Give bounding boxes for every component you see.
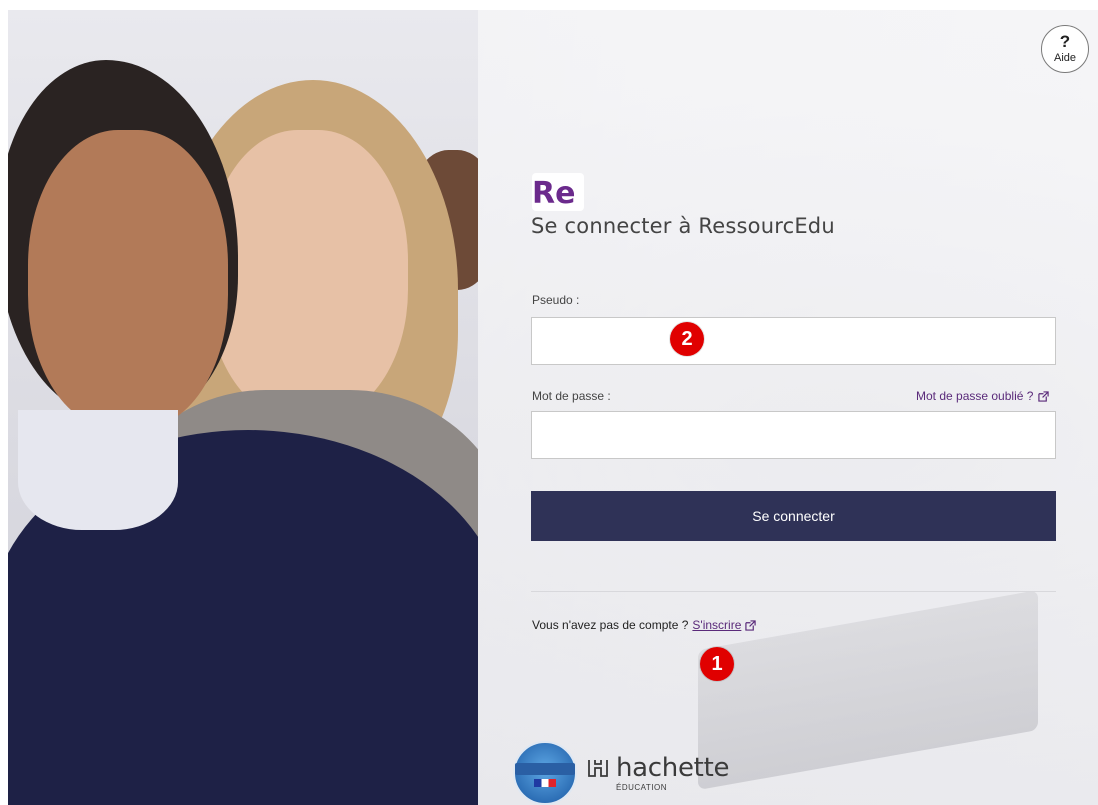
login-button[interactable]: Se connecter <box>531 491 1056 541</box>
forgot-password-link[interactable]: Mot de passe oublié ? <box>916 389 1050 403</box>
ressourcedu-logo: Re <box>532 173 584 211</box>
page-title: Se connecter à RessourcEdu <box>531 214 835 238</box>
pseudo-input[interactable] <box>531 317 1056 365</box>
password-input[interactable] <box>531 411 1056 459</box>
ressourcedu-logo-icon: Re <box>532 176 575 209</box>
divider <box>531 591 1056 592</box>
seal-band <box>515 763 575 775</box>
register-prompt: Vous n'avez pas de compte ? <box>532 618 689 632</box>
external-link-icon <box>745 619 757 631</box>
external-link-icon <box>1038 390 1050 402</box>
pseudo-label: Pseudo : <box>532 293 580 307</box>
hachette-sub: ÉDUCATION <box>616 783 668 792</box>
french-flag-icon <box>534 779 556 787</box>
annotation-badge-1: 1 <box>700 647 734 681</box>
hachette-name: hachette <box>616 753 730 783</box>
annotation-badge-2: 2 <box>670 322 704 356</box>
hachette-mark-icon <box>588 760 608 777</box>
register-row: Vous n'avez pas de compte ? S'inscrire <box>532 618 757 632</box>
login-page <box>8 10 1098 805</box>
help-label: Aide <box>1053 52 1077 64</box>
logo-text: Re <box>532 176 575 209</box>
password-label: Mot de passe : <box>532 389 611 403</box>
forgot-password-label: Mot de passe oublié ? <box>916 389 1034 403</box>
ressource-numerique-seal <box>513 741 577 805</box>
help-icon: ? <box>1059 32 1071 51</box>
hachette-logo: hachette ÉDUCATION <box>586 755 729 792</box>
help-button[interactable]: ? Aide <box>1041 25 1089 73</box>
hero-photo <box>8 10 478 805</box>
register-link[interactable]: S'inscrire <box>692 618 741 632</box>
